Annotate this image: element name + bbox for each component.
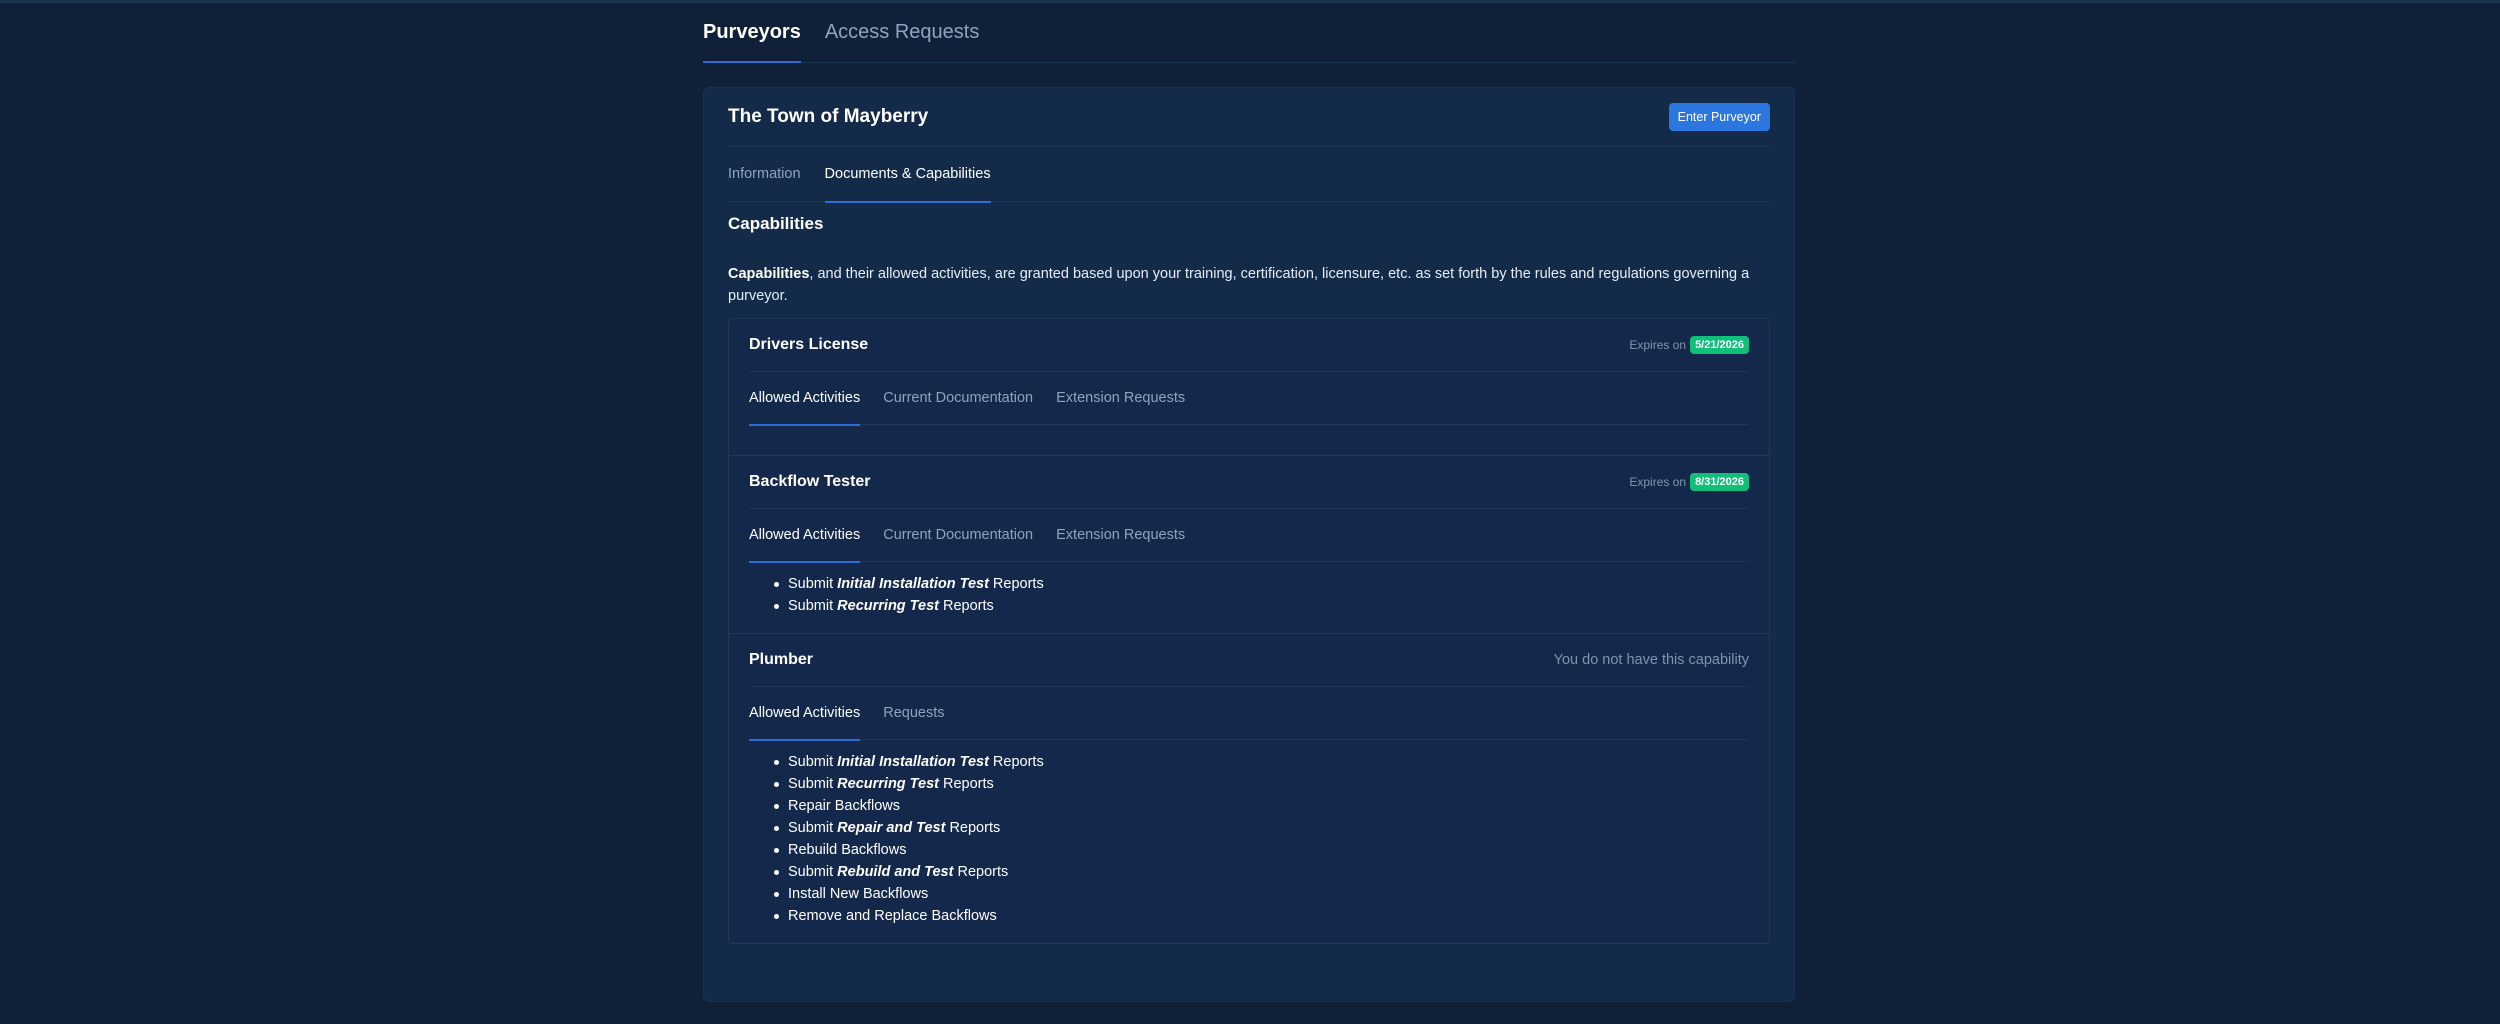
tab-extension-requests[interactable]: Extension Requests	[1056, 509, 1185, 562]
expiration: Expires on 8/31/2026	[1629, 473, 1749, 491]
intro-bold: Capabilities	[728, 266, 810, 282]
activity-list: Submit Initial Installation Test Reports…	[749, 573, 1749, 617]
list-item: Submit Recurring Test Reports	[773, 595, 1749, 617]
list-item: Submit Initial Installation Test Reports	[773, 573, 1749, 595]
list-item: Submit Initial Installation Test Reports	[773, 751, 1749, 773]
capability-header: Plumber You do not have this capability	[749, 634, 1749, 687]
list-item: Install New Backflows	[773, 883, 1749, 905]
capabilities-heading: Capabilities	[728, 214, 824, 233]
tab-current-documentation[interactable]: Current Documentation	[883, 509, 1033, 562]
list-item: Remove and Replace Backflows	[773, 905, 1749, 927]
list-item: Submit Repair and Test Reports	[773, 817, 1749, 839]
list-item: Submit Rebuild and Test Reports	[773, 861, 1749, 883]
expires-label: Expires on	[1629, 338, 1687, 352]
purveyor-title: The Town of Mayberry	[728, 106, 929, 127]
enter-purveyor-button[interactable]: Enter Purveyor	[1668, 103, 1770, 131]
intro-text: , and their allowed activities, are gran…	[728, 266, 1750, 304]
card-header: The Town of Mayberry Enter Purveyor	[728, 88, 1770, 147]
main-tabs: Purveyors Access Requests	[703, 0, 1795, 63]
capability-tabs: Allowed Activities Requests	[749, 687, 1749, 741]
list-item: Submit Recurring Test Reports	[773, 773, 1749, 795]
capabilities-list: Drivers License Expires on 5/21/2026 All…	[728, 318, 1770, 944]
tab-access-requests[interactable]: Access Requests	[825, 21, 980, 62]
allowed-activities-panel: Submit Initial Installation Test Reports…	[749, 740, 1749, 943]
expires-label: Expires on	[1629, 475, 1687, 489]
capability-drivers-license: Drivers License Expires on 5/21/2026 All…	[729, 319, 1769, 456]
tab-current-documentation[interactable]: Current Documentation	[883, 372, 1033, 425]
tab-documents-capabilities[interactable]: Documents & Capabilities	[824, 147, 991, 203]
expiration: Expires on 5/21/2026	[1629, 336, 1749, 354]
tab-purveyors[interactable]: Purveyors	[703, 21, 801, 63]
allowed-activities-panel: Submit Initial Installation Test Reports…	[749, 562, 1749, 633]
list-item: Repair Backflows	[773, 795, 1749, 817]
capability-tabs: Allowed Activities Current Documentation…	[749, 372, 1749, 426]
expiration-date-badge: 5/21/2026	[1690, 336, 1749, 354]
tab-allowed-activities[interactable]: Allowed Activities	[749, 509, 861, 563]
capability-name: Plumber	[749, 651, 814, 668]
expiration-date-badge: 8/31/2026	[1690, 473, 1749, 491]
capabilities-intro: Capabilities, and their allowed activiti…	[728, 263, 1770, 307]
capability-status: You do not have this capability	[1553, 652, 1749, 668]
capability-tabs: Allowed Activities Current Documentation…	[749, 509, 1749, 563]
capability-name: Backflow Tester	[749, 473, 871, 490]
list-item: Rebuild Backflows	[773, 839, 1749, 861]
tab-requests[interactable]: Requests	[883, 687, 944, 740]
capability-backflow-tester: Backflow Tester Expires on 8/31/2026 All…	[729, 456, 1769, 634]
purveyor-card: The Town of Mayberry Enter Purveyor Info…	[703, 87, 1795, 1002]
capability-name: Drivers License	[749, 336, 869, 353]
capability-plumber: Plumber You do not have this capability …	[729, 634, 1769, 943]
card-tabs: Information Documents & Capabilities	[728, 147, 1770, 203]
capability-header: Drivers License Expires on 5/21/2026	[749, 319, 1749, 372]
tab-information[interactable]: Information	[728, 147, 801, 202]
page-container: Purveyors Access Requests The Town of Ma…	[703, 0, 1795, 1002]
tab-allowed-activities[interactable]: Allowed Activities	[749, 687, 861, 741]
activity-list: Submit Initial Installation Test Reports…	[749, 751, 1749, 927]
tab-allowed-activities[interactable]: Allowed Activities	[749, 372, 861, 426]
capability-header: Backflow Tester Expires on 8/31/2026	[749, 456, 1749, 509]
tab-extension-requests[interactable]: Extension Requests	[1056, 372, 1185, 425]
allowed-activities-panel	[749, 425, 1749, 455]
